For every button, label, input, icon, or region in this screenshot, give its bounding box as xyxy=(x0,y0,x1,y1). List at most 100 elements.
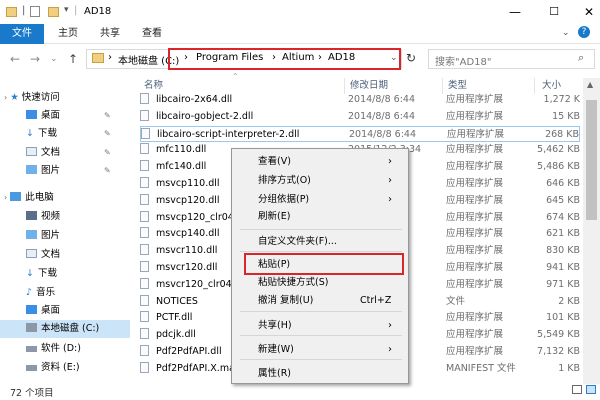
file-name: libcairo-gobject-2.dll xyxy=(140,109,340,126)
file-size: 941 KB xyxy=(546,262,580,273)
submenu-arrow-icon: › xyxy=(388,156,392,167)
sidebar-item-documents[interactable]: 文档 xyxy=(26,144,60,162)
tab-share[interactable]: 共享 xyxy=(100,24,120,44)
sidebar-item-label: 文档 xyxy=(41,249,61,260)
file-row[interactable]: libcairo-gobject-2.dll 2014/8/8 6:44 应用程序扩… xyxy=(140,109,580,126)
menu-item[interactable]: 自定义文件夹(F)... xyxy=(258,233,337,251)
sidebar-item-local-disk-c[interactable]: 本地磁盘 (C:) xyxy=(26,320,99,338)
file-icon xyxy=(140,109,149,121)
file-date: 2014/8/8 6:44 xyxy=(348,110,416,122)
sidebar-item-downloads[interactable]: ↓ 下载 xyxy=(26,125,57,143)
file-icon xyxy=(140,210,149,222)
sidebar-item-label: 快速访问 xyxy=(21,92,60,103)
properties-icon[interactable] xyxy=(30,6,40,17)
file-date: 2014/8/8 6:44 xyxy=(348,94,416,105)
menu-item[interactable]: 共享(H) xyxy=(258,317,292,335)
file-icon xyxy=(140,277,149,289)
file-name-text: msvcp120_clr04 xyxy=(156,211,234,223)
file-type: 应用程序扩展 xyxy=(446,94,504,105)
sidebar-item-drive-d[interactable]: 软件 (D:) xyxy=(26,340,81,358)
scroll-up-icon[interactable]: ▲ xyxy=(587,80,593,89)
pictures-icon xyxy=(26,165,37,174)
video-icon xyxy=(26,211,37,220)
recent-dropdown-icon[interactable]: ⌄ xyxy=(50,54,58,64)
new-folder-icon[interactable] xyxy=(48,7,59,17)
menu-item[interactable]: 排序方式(O) xyxy=(258,172,311,190)
file-row[interactable]: libcairo-2x64.dll 2014/8/8 6:44 应用程序扩展 1,27… xyxy=(140,92,580,109)
file-row[interactable]: libcairo-script-interpreter-2.dll 2014/8/… xyxy=(140,125,580,143)
file-icon xyxy=(140,193,149,205)
status-item-count: 72 个项目 xyxy=(10,388,54,399)
file-type: 文件 xyxy=(446,295,466,307)
sidebar-item-videos[interactable]: 视频 xyxy=(26,208,60,226)
ribbon-expand-icon[interactable]: ⌄ xyxy=(562,28,570,38)
menu-item[interactable]: 分组依据(P) xyxy=(258,191,309,209)
quick-access-dropdown-icon[interactable]: ▾ xyxy=(64,5,69,15)
menu-item[interactable]: 查看(V) xyxy=(258,153,291,171)
crumb-altium[interactable]: Altium xyxy=(282,52,314,63)
file-name-text: msvcr120_clr04 xyxy=(156,278,232,290)
refresh-icon[interactable]: ↻ xyxy=(406,51,416,65)
menu-item[interactable]: 撤消 复制(U) xyxy=(258,292,313,310)
sidebar-item-desktop[interactable]: 桌面 xyxy=(26,107,60,125)
sidebar-item-desktop-pc[interactable]: 桌面 xyxy=(26,302,60,320)
submenu-arrow-icon: › xyxy=(388,344,392,355)
search-input[interactable]: 搜索"AD18" xyxy=(428,49,595,69)
sidebar-item-music[interactable]: ♪ 音乐 xyxy=(26,284,55,302)
sidebar-item-pictures[interactable]: 图片 xyxy=(26,162,60,180)
menu-item[interactable]: 新建(W) xyxy=(258,341,294,359)
help-icon[interactable]: ? xyxy=(578,26,590,38)
sidebar-item-downloads-pc[interactable]: ↓ 下载 xyxy=(26,265,57,283)
sidebar-item-label: 桌面 xyxy=(41,305,61,316)
close-button[interactable]: ✕ xyxy=(566,0,600,24)
address-dropdown-icon[interactable]: ⌄ xyxy=(390,53,398,63)
crumb-sep: › xyxy=(318,52,322,63)
sidebar-item-label: 音乐 xyxy=(36,287,56,298)
tab-home[interactable]: 主页 xyxy=(58,24,78,44)
pin-icon: ✎ xyxy=(104,111,111,120)
crumb-program-files[interactable]: Program Files xyxy=(196,52,263,63)
file-type: 应用程序扩展 xyxy=(446,228,504,240)
sidebar-item-label: 本地磁盘 (C:) xyxy=(41,323,100,334)
menu-item[interactable]: 粘贴快捷方式(S) xyxy=(258,274,328,292)
tab-view[interactable]: 查看 xyxy=(142,24,162,44)
file-type: 应用程序扩展 xyxy=(447,128,505,140)
file-name-text: msvcp110.dll xyxy=(156,178,220,189)
menu-item[interactable]: 刷新(E) xyxy=(258,208,290,226)
file-name-text: pdcjk.dll xyxy=(156,329,196,341)
file-size: 5,549 KB xyxy=(537,329,580,341)
sort-arrow-icon: ⌃ xyxy=(232,72,239,81)
drive-icon xyxy=(26,323,37,332)
computer-icon xyxy=(10,192,22,201)
sidebar-item-documents-pc[interactable]: 文档 xyxy=(26,246,60,264)
sidebar-item-quick-access[interactable]: › ★ 快速访问 xyxy=(4,89,60,107)
file-size: 7,132 KB xyxy=(537,346,580,357)
document-icon xyxy=(26,249,37,258)
file-type: 应用程序扩展 xyxy=(446,211,504,223)
sidebar-item-drive-e[interactable]: 资料 (E:) xyxy=(26,359,80,377)
forward-arrow-icon[interactable]: → xyxy=(30,52,40,66)
submenu-arrow-icon: › xyxy=(388,175,392,186)
file-size: 5,486 KB xyxy=(537,161,580,173)
file-size: 674 KB xyxy=(546,211,580,223)
file-name-text: msvcr120.dll xyxy=(156,262,218,273)
file-type: 应用程序扩展 xyxy=(446,161,504,173)
scrollbar-thumb[interactable] xyxy=(586,100,597,220)
large-icons-view-icon[interactable] xyxy=(586,385,596,394)
file-type: 应用程序扩展 xyxy=(446,110,504,122)
crumb-ad18[interactable]: AD18 xyxy=(328,52,355,63)
tab-file[interactable]: 文件 xyxy=(0,24,44,44)
file-name-text: msvcp120.dll xyxy=(156,194,220,206)
drive-icon xyxy=(26,365,37,371)
sidebar-item-pictures-pc[interactable]: 图片 xyxy=(26,227,60,245)
file-size: 645 KB xyxy=(546,194,580,206)
file-name-text: libcairo-gobject-2.dll xyxy=(156,110,254,122)
search-icon[interactable]: ⌕ xyxy=(578,51,584,65)
sidebar-item-this-pc[interactable]: › 此电脑 xyxy=(4,189,54,207)
details-view-icon[interactable] xyxy=(572,385,582,394)
file-type: MANIFEST 文件 xyxy=(446,362,516,374)
up-arrow-icon[interactable]: ↑ xyxy=(68,52,78,66)
back-arrow-icon[interactable]: ← xyxy=(10,52,20,66)
file-icon xyxy=(140,177,149,188)
menu-item[interactable]: 属性(R) xyxy=(258,365,291,383)
